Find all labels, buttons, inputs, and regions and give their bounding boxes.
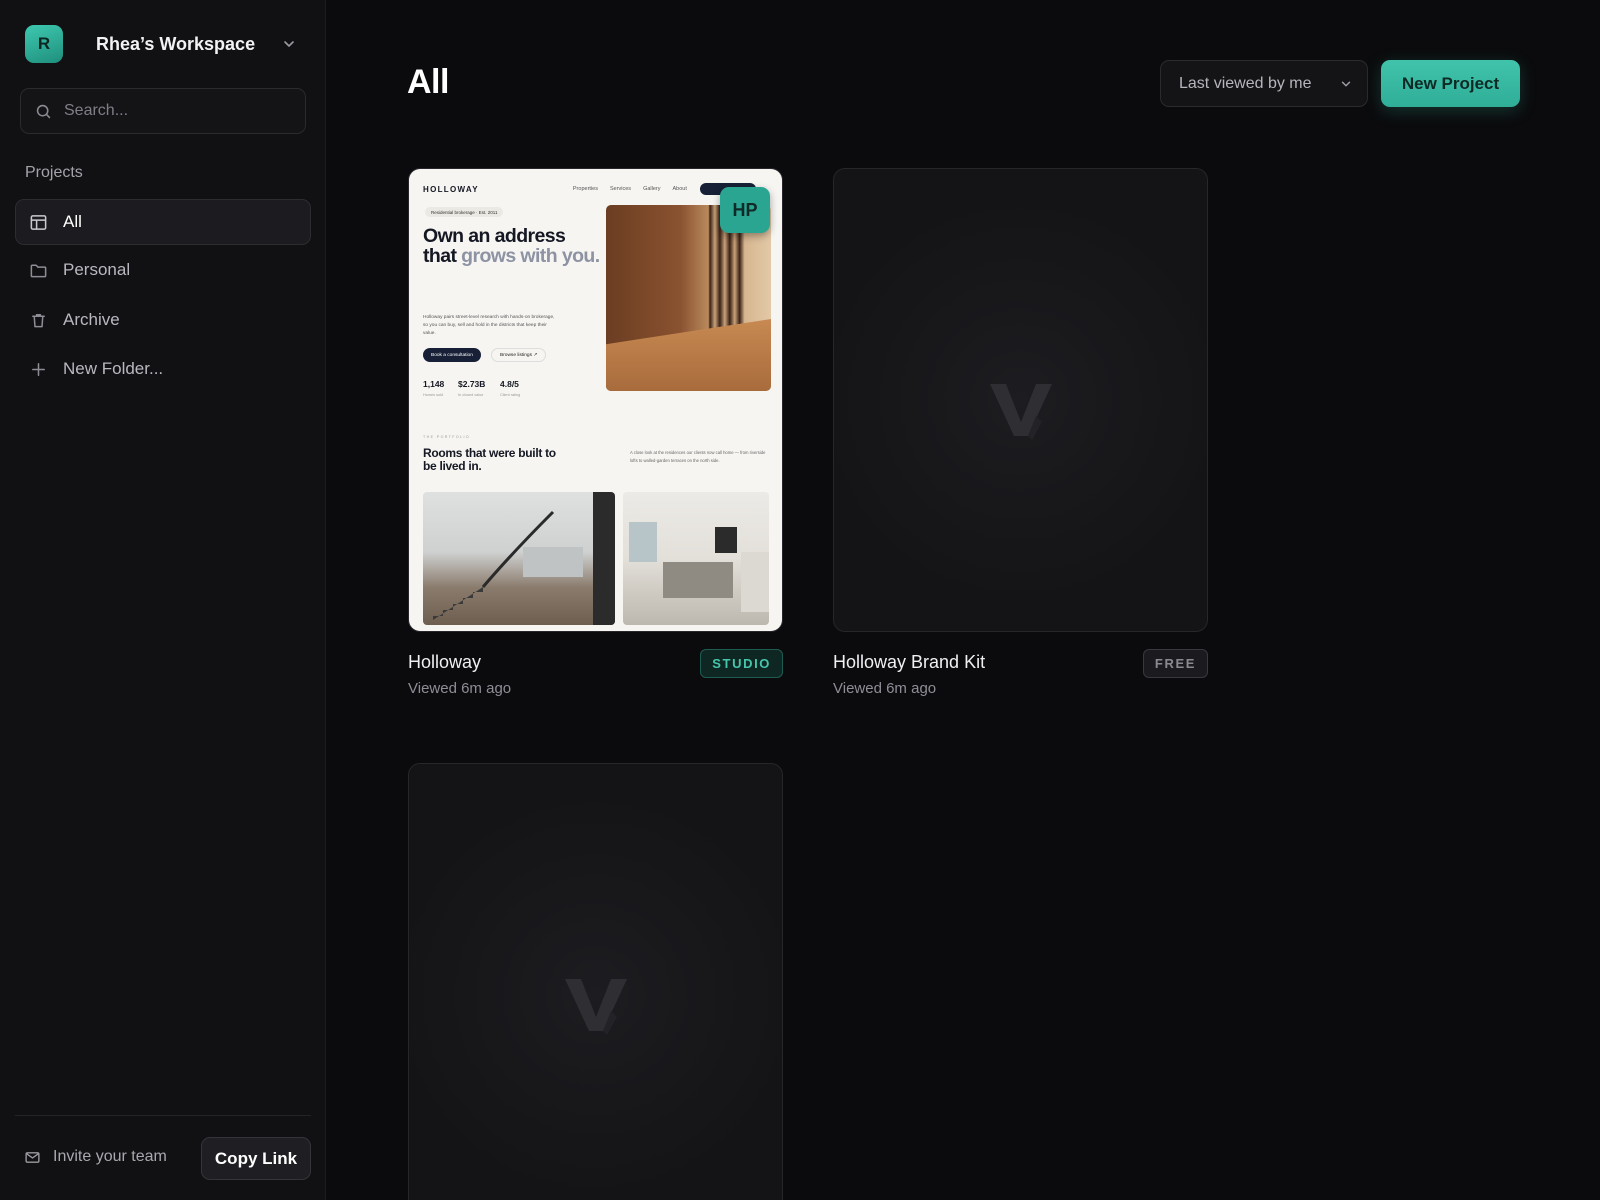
sidebar-item-archive[interactable]: Archive	[15, 297, 311, 343]
project-name: Holloway Brand Kit	[833, 652, 986, 672]
preview-cta-secondary: Browse listings ↗	[491, 348, 547, 362]
layout-icon	[30, 214, 47, 230]
preview-nav-link: Gallery	[643, 186, 661, 192]
preview-nav-links: Properties Services Gallery About	[573, 186, 687, 192]
preview-nav-link: Properties	[572, 186, 598, 192]
website-preview: HOLLOWAY Properties Services Gallery Abo…	[409, 169, 782, 631]
project-thumbnail[interactable]: HOLLOWAY Properties Services Gallery Abo…	[408, 168, 783, 632]
preview-stat-value: $2.73B	[458, 379, 486, 389]
preview-staircase-image	[423, 492, 615, 625]
search-box	[20, 88, 306, 134]
owner-avatar: HP	[720, 187, 770, 233]
preview-nav: HOLLOWAY Properties Services Gallery Abo…	[423, 182, 768, 196]
sidebar-item-new-folder[interactable]: New Folder...	[15, 346, 311, 392]
chevron-down-icon	[1341, 81, 1351, 87]
preview-stat-value: 1,148	[423, 379, 445, 389]
plan-badge: FREE	[1142, 649, 1208, 678]
workspace-name: Rhea’s Workspace	[96, 33, 256, 54]
project-name: Holloway	[408, 652, 482, 672]
project-thumbnail[interactable]	[833, 168, 1208, 632]
search-icon	[36, 104, 51, 118]
trash-icon	[32, 313, 45, 327]
sort-dropdown[interactable]: Last viewed by me	[1160, 60, 1368, 107]
project-thumbnail[interactable]	[408, 763, 783, 1200]
invite-label: Invite your team	[53, 1148, 167, 1165]
project-card-holloway[interactable]: HOLLOWAY Properties Services Gallery Abo…	[408, 168, 783, 697]
page-title: All	[407, 63, 449, 101]
staircase-illustration	[433, 492, 615, 625]
v-logo-icon	[564, 979, 627, 1035]
preview-kitchen-image	[623, 492, 769, 625]
preview-brand: HOLLOWAY	[423, 184, 479, 194]
sidebar-item-label: New Folder...	[63, 359, 164, 378]
sidebar-item-label: All	[63, 212, 82, 231]
search-input[interactable]	[64, 102, 284, 120]
preview-stat-label: In closed value	[458, 393, 484, 397]
preview-body: Holloway pairs street-level research wit…	[423, 315, 555, 336]
preview-nav-link: Services	[609, 186, 632, 192]
preview-headline-muted: grows with you.	[461, 245, 600, 267]
copy-link-button[interactable]: Copy Link	[201, 1137, 311, 1180]
project-card[interactable]	[408, 763, 783, 1200]
preview-stat-label: Client rating	[500, 393, 521, 397]
project-card-holloway-brand-kit[interactable]: Holloway Brand Kit Viewed 6m ago FREE	[833, 168, 1208, 697]
preview-pill: Residential brokerage · Est. 2011	[425, 207, 504, 217]
workspace-avatar: R	[25, 25, 63, 63]
kitchen-illustration	[629, 522, 769, 612]
preview-stat-value: 4.8/5	[500, 379, 519, 389]
chevron-down-icon	[284, 41, 294, 47]
projects-section-label: Projects	[25, 164, 83, 181]
sidebar-item-label: Personal	[63, 260, 131, 279]
project-viewed-time: Viewed 6m ago	[833, 680, 937, 697]
folder-icon	[30, 264, 47, 277]
preview-table-image	[606, 319, 771, 391]
preview-stat-label: Homes sold	[423, 393, 444, 397]
v-logo-icon	[989, 384, 1052, 440]
sidebar-item-label: Archive	[63, 310, 120, 329]
sort-selected-value: Last viewed by me	[1179, 74, 1312, 92]
preview-section-body: A close look at the residences our clien…	[630, 450, 766, 463]
preview-section-title: Rooms that were built to be lived in.	[423, 446, 556, 473]
mail-icon	[25, 1151, 40, 1163]
preview-cta-primary: Book a consultation	[423, 348, 481, 362]
invite-team: Invite your team	[24, 1148, 167, 1166]
divider	[15, 1115, 311, 1116]
workspace-switcher[interactable]: R Rhea’s Workspace	[25, 25, 301, 63]
plan-badge: STUDIO	[700, 649, 783, 678]
preview-kicker: THE PORTFOLIO	[423, 435, 471, 439]
project-viewed-time: Viewed 6m ago	[408, 680, 512, 697]
sidebar-item-all[interactable]: All	[15, 199, 311, 245]
sidebar: R Rhea’s Workspace Projects All Personal…	[0, 0, 326, 1200]
preview-nav-link: About	[672, 186, 687, 192]
preview-headline: Own an address that grows with you.	[423, 226, 603, 266]
new-project-button[interactable]: New Project	[1381, 60, 1520, 107]
plus-icon	[32, 362, 45, 376]
sidebar-item-personal[interactable]: Personal	[15, 247, 311, 293]
